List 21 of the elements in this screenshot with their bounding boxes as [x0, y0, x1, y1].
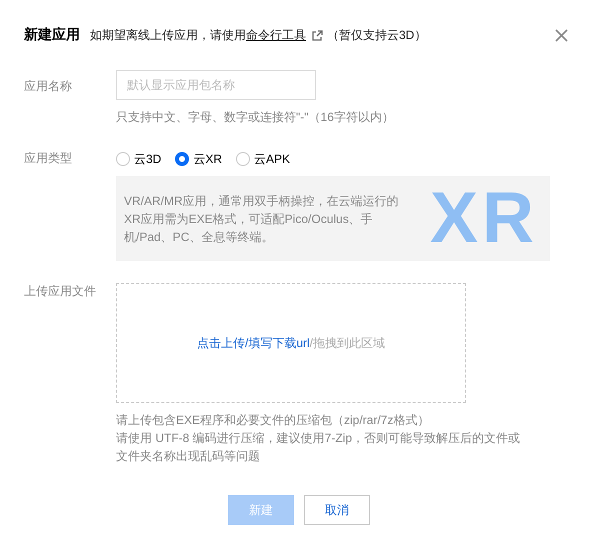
radio-option[interactable]: 云APK — [236, 150, 290, 168]
upload-dropzone[interactable]: 点击上传/填写下载url/拖拽到此区域 — [116, 283, 466, 403]
app-name-field[interactable]: 默认显示应用包名称 — [116, 70, 316, 100]
command-line-link[interactable]: 命令行工具 — [246, 26, 306, 44]
dialog-title: 新建应用 — [24, 26, 80, 44]
field-label: 应用名称 — [24, 78, 73, 95]
cancel-button[interactable]: 取消 — [304, 495, 370, 525]
field-label: 应用类型 — [24, 150, 73, 167]
upload-link[interactable]: 点击上传/填写下载url — [196, 336, 310, 350]
radio-option[interactable]: 云XR — [175, 150, 222, 168]
radio-option[interactable]: 云3D — [116, 150, 162, 168]
upload-note: 请使用 UTF-8 编码进行压缩，建议使用7-Zip，否则可能导致解压后的文件或文件夹名称出现乱码等问题 — [116, 430, 522, 465]
watermark-text: XR — [430, 177, 538, 260]
description-text: VR/AR/MR应用，通常用双手柄操控，在云端运行的XR应用需为EXE格式，可适配Pico/Oculus、手机/Pad、PC、全息等终端。 — [124, 192, 400, 246]
field-label: 上传应用文件 — [24, 283, 97, 300]
close-icon[interactable] — [555, 28, 568, 42]
field-hint: 只支持中文、字母、数字或连接符"-"（16字符以内） — [116, 109, 394, 126]
upload-note: 请上传包含EXE程序和必要文件的压缩包（zip/rar/7z格式） — [116, 412, 430, 429]
external-link-icon — [312, 30, 323, 40]
dialog-subtitle: 如期望离线上传应用，请使用命令行工具 （暂仅支持云3D） — [90, 26, 426, 44]
upload-text: 点击上传/填写下载url/拖拽到此区域 — [196, 334, 385, 352]
